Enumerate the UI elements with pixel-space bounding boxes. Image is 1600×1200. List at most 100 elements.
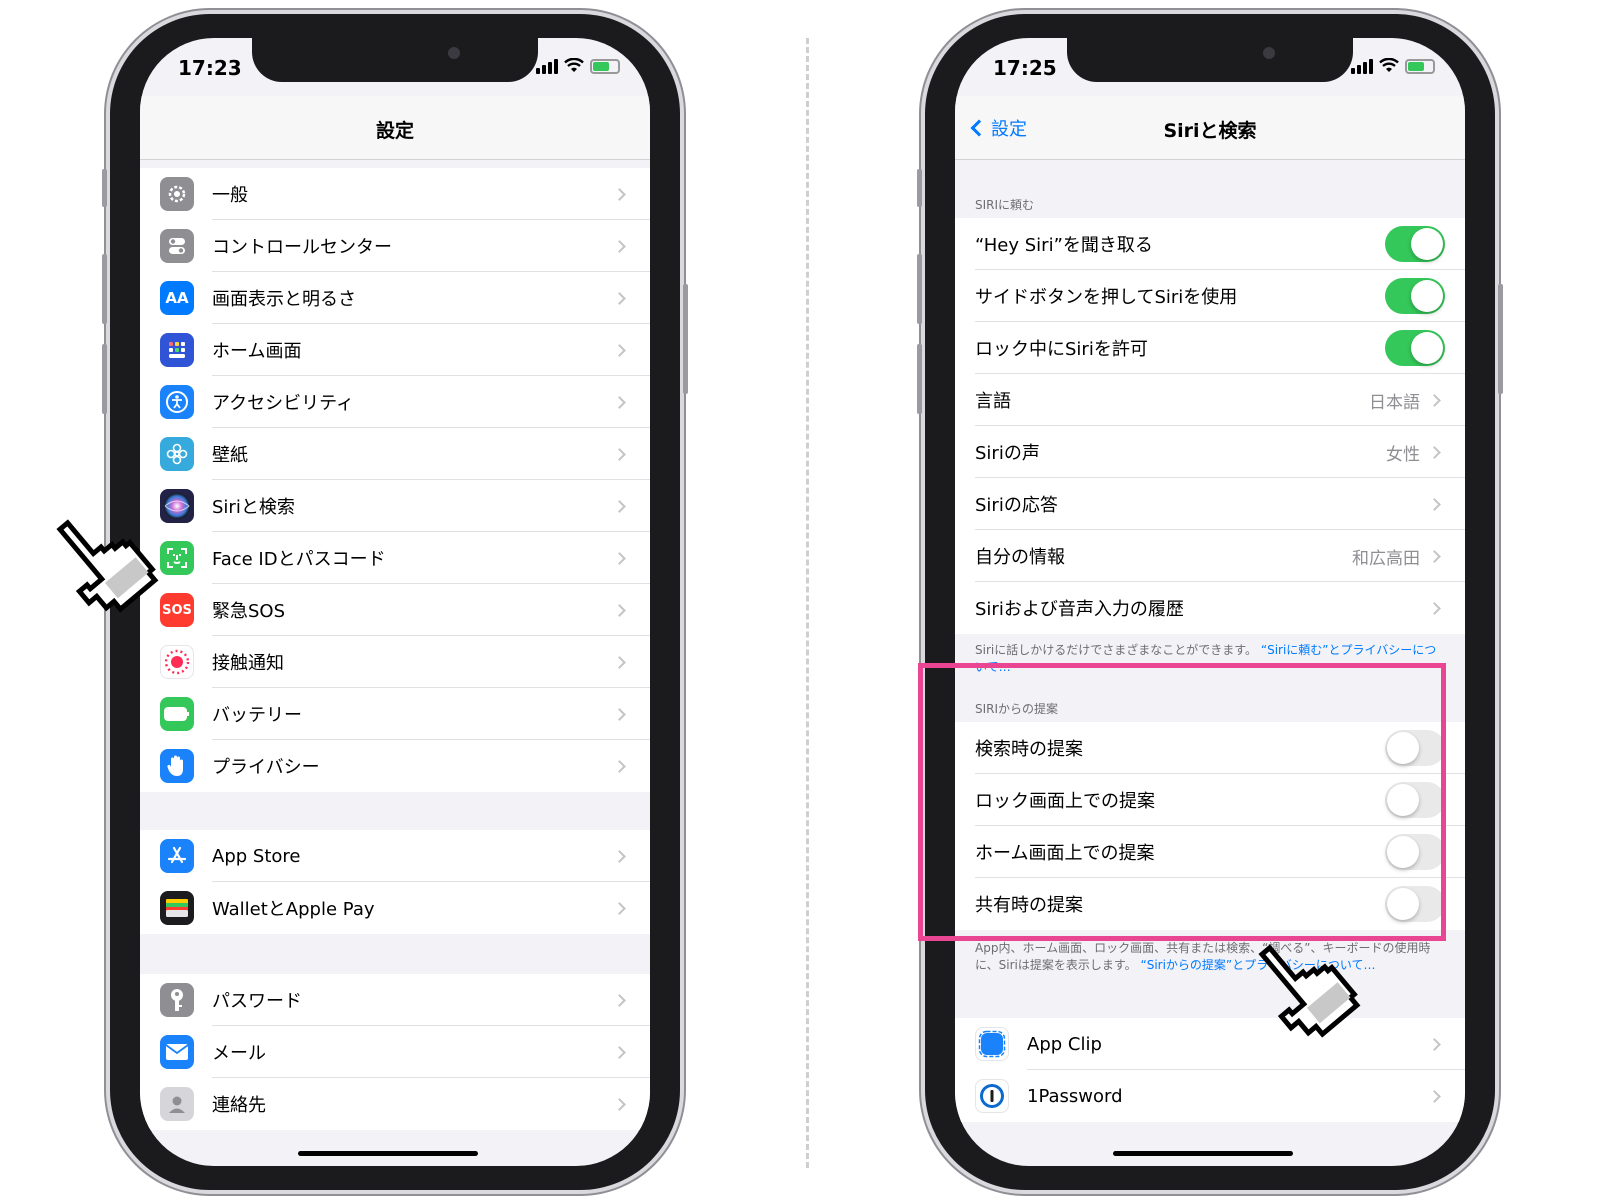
row-label: “Hey Siri”を聞き取る bbox=[975, 235, 1153, 256]
settings-row-siri-search[interactable]: Siriと検索 bbox=[140, 480, 650, 532]
settings-group-2: App Store WalletとApple Pay bbox=[140, 830, 650, 934]
settings-row-control-center[interactable]: コントロールセンター bbox=[140, 220, 650, 272]
gear-icon bbox=[160, 177, 194, 211]
volume-down-button bbox=[917, 344, 922, 414]
battery-status-icon bbox=[590, 58, 620, 74]
row-label: Siriの応答 bbox=[975, 495, 1058, 516]
status-icons bbox=[536, 58, 620, 74]
notch bbox=[252, 38, 538, 82]
flower-icon bbox=[160, 437, 194, 471]
chevron-right-icon bbox=[613, 187, 626, 201]
row-label: サイドボタンを押してSiriを使用 bbox=[975, 287, 1238, 308]
suggestions-footer: App内、ホーム画面、ロック画面、共有または検索、“調べる”、キーボードの使用時… bbox=[975, 940, 1445, 974]
apps-group: App Clip 1Password bbox=[955, 1018, 1465, 1122]
section-header-ask-siri: SIRIに頼む bbox=[975, 198, 1035, 212]
row-label: Siriの声 bbox=[975, 443, 1040, 464]
app-row-1password[interactable]: 1Password bbox=[955, 1070, 1465, 1122]
page-title: Siriと検索 bbox=[1163, 120, 1257, 142]
text-size-icon: AA bbox=[160, 281, 194, 315]
siri-locked-toggle[interactable] bbox=[1385, 330, 1445, 366]
row-value: 日本語 bbox=[1369, 392, 1420, 413]
settings-row-accessibility[interactable]: アクセシビリティ bbox=[140, 376, 650, 428]
side-button-siri-toggle[interactable] bbox=[1385, 278, 1445, 314]
chevron-right-icon bbox=[613, 447, 626, 461]
settings-row-wallet[interactable]: WalletとApple Pay bbox=[140, 882, 650, 934]
exposure-icon bbox=[160, 645, 194, 679]
chevron-right-icon bbox=[613, 343, 626, 357]
settings-row-exposure-notifications[interactable]: 接触通知 bbox=[140, 636, 650, 688]
siri-responses-row[interactable]: Siriの応答 bbox=[955, 478, 1465, 530]
silent-switch bbox=[917, 169, 922, 207]
row-label: Face IDとパスコード bbox=[212, 549, 386, 570]
row-value: 和広高田 bbox=[1352, 548, 1420, 569]
status-time: 17:23 bbox=[178, 56, 242, 80]
highlight-box bbox=[918, 663, 1446, 941]
settings-row-passwords[interactable]: パスワード bbox=[140, 974, 650, 1026]
settings-row-privacy[interactable]: プライバシー bbox=[140, 740, 650, 792]
settings-row-emergency-sos[interactable]: SOS 緊急SOS bbox=[140, 584, 650, 636]
app-row-app-clip[interactable]: App Clip bbox=[955, 1018, 1465, 1070]
battery-status-icon bbox=[1405, 58, 1435, 74]
row-label: 自分の情報 bbox=[975, 547, 1065, 568]
row-label: バッテリー bbox=[212, 705, 302, 726]
chevron-right-icon bbox=[613, 395, 626, 409]
screen: 17:25 設定 Siriと検索 SIRIに頼む “Hey Siri”を聞き取る… bbox=[955, 38, 1465, 1166]
chevron-right-icon bbox=[613, 551, 626, 565]
settings-group-3: パスワード メール 連絡先 bbox=[140, 974, 650, 1130]
hey-siri-toggle[interactable] bbox=[1385, 226, 1445, 262]
phone-siri-search: 17:25 設定 Siriと検索 SIRIに頼む “Hey Siri”を聞き取る… bbox=[917, 14, 1503, 1190]
status-icons bbox=[1351, 58, 1435, 74]
settings-row-contacts[interactable]: 連絡先 bbox=[140, 1078, 650, 1130]
settings-row-mail[interactable]: メール bbox=[140, 1026, 650, 1078]
accessibility-icon bbox=[160, 385, 194, 419]
settings-row-display[interactable]: AA 画面表示と明るさ bbox=[140, 272, 650, 324]
camera bbox=[1263, 47, 1275, 59]
chevron-right-icon bbox=[613, 1097, 626, 1111]
settings-row-face-id[interactable]: Face IDとパスコード bbox=[140, 532, 650, 584]
chevron-right-icon bbox=[613, 291, 626, 305]
cellular-signal-icon bbox=[536, 58, 558, 74]
row-label: ホーム画面 bbox=[212, 341, 302, 362]
camera bbox=[448, 47, 460, 59]
nav-bar: 設定 Siriと検索 bbox=[955, 96, 1465, 160]
key-icon bbox=[160, 983, 194, 1017]
chevron-right-icon bbox=[613, 603, 626, 617]
siri-history-row[interactable]: Siriおよび音声入力の履歴 bbox=[955, 582, 1465, 634]
cellular-signal-icon bbox=[1351, 58, 1373, 74]
row-label: 緊急SOS bbox=[212, 601, 286, 622]
settings-row-general[interactable]: 一般 bbox=[140, 168, 650, 220]
chevron-right-icon bbox=[613, 759, 626, 773]
language-row[interactable]: 言語 日本語 bbox=[955, 374, 1465, 426]
page-title: 設定 bbox=[375, 120, 414, 142]
home-indicator bbox=[1113, 1151, 1293, 1156]
chevron-right-icon bbox=[613, 239, 626, 253]
nav-bar: 設定 bbox=[140, 96, 650, 160]
siri-voice-row[interactable]: Siriの声 女性 bbox=[955, 426, 1465, 478]
siri-locked-row: ロック中にSiriを許可 bbox=[955, 322, 1465, 374]
chevron-right-icon bbox=[1428, 549, 1441, 563]
row-label: メール bbox=[212, 1043, 266, 1064]
my-info-row[interactable]: 自分の情報 和広高田 bbox=[955, 530, 1465, 582]
home-grid-icon bbox=[160, 333, 194, 367]
settings-row-battery[interactable]: バッテリー bbox=[140, 688, 650, 740]
chevron-right-icon bbox=[1428, 445, 1441, 459]
chevron-right-icon bbox=[613, 655, 626, 669]
chevron-right-icon bbox=[613, 993, 626, 1007]
onepassword-icon bbox=[975, 1079, 1009, 1113]
settings-row-app-store[interactable]: App Store bbox=[140, 830, 650, 882]
row-label: 言語 bbox=[975, 391, 1011, 412]
chevron-right-icon bbox=[1428, 1037, 1441, 1051]
contacts-icon bbox=[160, 1087, 194, 1121]
settings-row-home-screen[interactable]: ホーム画面 bbox=[140, 324, 650, 376]
row-label: パスワード bbox=[212, 991, 302, 1012]
footer-text: Siriに話しかけるだけでさまざまなことができます。 bbox=[975, 643, 1258, 657]
settings-row-wallpaper[interactable]: 壁紙 bbox=[140, 428, 650, 480]
home-indicator bbox=[298, 1151, 478, 1156]
chevron-right-icon bbox=[613, 901, 626, 915]
hand-icon bbox=[160, 749, 194, 783]
status-time: 17:25 bbox=[993, 56, 1057, 80]
app-clip-icon bbox=[975, 1027, 1009, 1061]
side-button bbox=[1498, 284, 1503, 394]
notch bbox=[1067, 38, 1353, 82]
pointing-hand-cursor-icon bbox=[56, 519, 159, 613]
